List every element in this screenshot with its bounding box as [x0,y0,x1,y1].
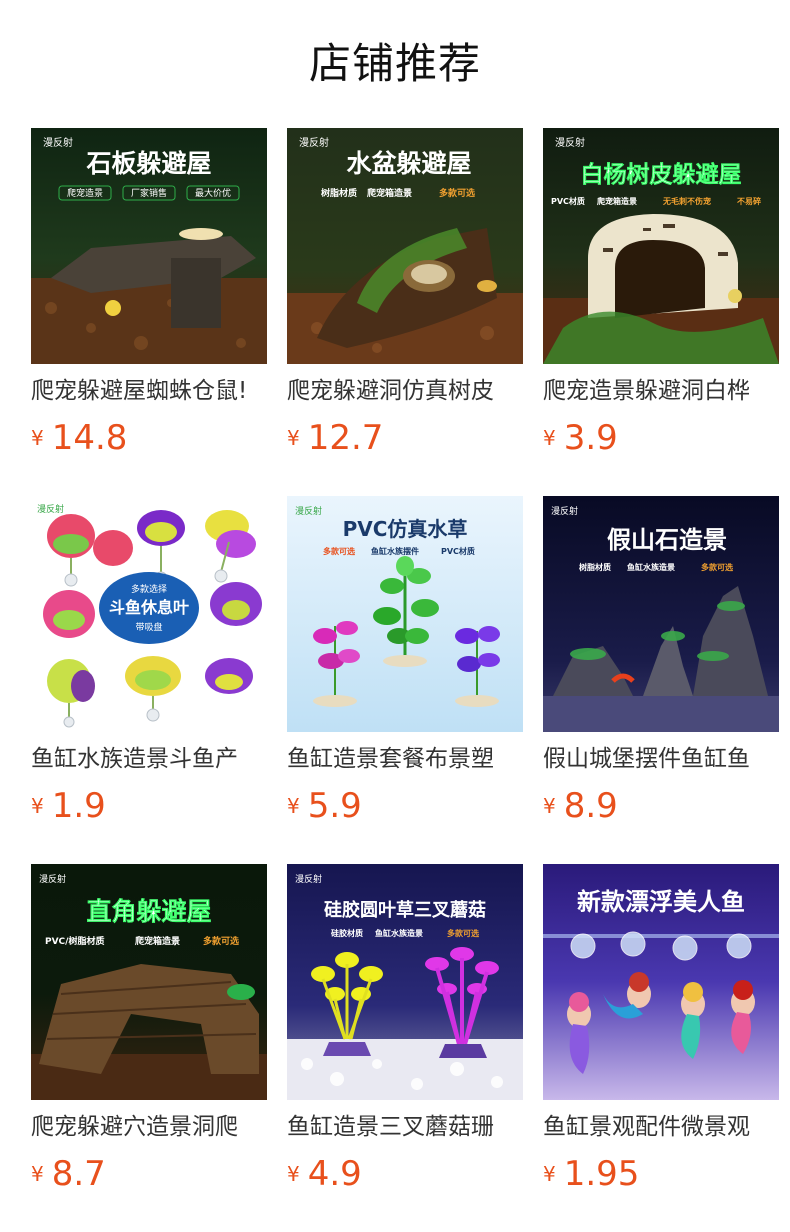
product-price: ¥4.9 [287,1152,362,1196]
product-price: ¥8.9 [543,784,618,828]
brand-logo-text: 漫反射 [551,505,578,517]
image-tag: 多款选择 [131,583,167,595]
image-tag: 不易碎 [737,196,761,206]
image-heading: 新款漂浮美人鱼 [577,888,745,916]
image-tag: 鱼缸水族造景 [627,562,675,572]
product-title[interactable]: 鱼缸造景三叉蘑菇珊 [287,1110,523,1144]
image-tag: 多款可选 [203,935,239,947]
product-grid: 漫反射 石板躲避屋 爬宠造景 厂家销售 最大价优 爬宠躲避屋蜘蛛仓鼠! ¥14.… [31,128,779,1232]
product-card[interactable]: 漫反射 硅胶圆叶草三叉蘑菇 硅胶材质 鱼缸水族造景 多款可选 鱼缸造景三叉蘑菇珊… [287,864,523,1232]
currency-symbol: ¥ [543,426,556,450]
product-title[interactable]: 爬宠造景躲避洞白桦 [543,374,779,408]
product-image[interactable]: 漫反射 白杨树皮躲避屋 PVC材质 爬宠箱造景 无毛刺不伤宠 不易碎 [543,128,779,364]
product-image[interactable]: 新款漂浮美人鱼 [543,864,779,1100]
product-price: ¥12.7 [287,416,383,460]
image-tag: 多款可选 [701,562,733,572]
image-heading: 白杨树皮躲避屋 [581,161,742,188]
product-title[interactable]: 爬宠躲避屋蜘蛛仓鼠! [31,374,267,408]
image-tag: 爬宠箱造景 [596,196,637,206]
image-tag: 多款可选 [323,546,355,556]
product-image[interactable]: 漫反射 直角躲避屋 PVC/树脂材质 爬宠箱造景 多款可选 [31,864,267,1100]
currency-symbol: ¥ [287,1162,300,1186]
image-tag: PVC材质 [441,546,475,556]
product-price: ¥14.8 [31,416,127,460]
product-title[interactable]: 鱼缸造景套餐布景塑 [287,742,523,776]
image-tag: 最大价优 [195,187,231,199]
product-card[interactable]: 漫反射 假山石造景 树脂材质 鱼缸水族造景 多款可选 假山城堡摆件鱼缸鱼 ¥8.… [543,496,779,864]
image-heading: 斗鱼休息叶 [109,598,189,617]
currency-symbol: ¥ [31,1162,44,1186]
brand-logo-text: 漫反射 [295,505,322,517]
image-tag: 爬宠箱造景 [134,935,180,947]
product-image[interactable]: 漫反射 石板躲避屋 爬宠造景 厂家销售 最大价优 [31,128,267,364]
image-tag: 硅胶材质 [331,928,363,938]
product-title[interactable]: 鱼缸水族造景斗鱼产 [31,742,267,776]
image-tag: 厂家销售 [131,187,167,199]
image-tag: 无毛刺不伤宠 [662,196,711,206]
image-heading: 直角躲避屋 [86,897,211,926]
product-price: ¥3.9 [543,416,618,460]
image-tag: PVC材质 [551,196,585,206]
image-tag: 鱼缸水族摆件 [371,546,419,556]
currency-symbol: ¥ [31,794,44,818]
brand-logo-text: 漫反射 [43,137,73,149]
currency-symbol: ¥ [287,794,300,818]
page-title: 店铺推荐 [308,39,481,88]
price-value: 8.7 [51,1154,106,1194]
currency-symbol: ¥ [543,1162,556,1186]
image-heading: 石板躲避屋 [85,149,211,178]
image-tag: PVC/树脂材质 [45,935,104,947]
product-title[interactable]: 鱼缸景观配件微景观 [543,1110,779,1144]
currency-symbol: ¥ [287,426,300,450]
image-heading: 水盆躲避屋 [346,149,471,178]
price-value: 14.8 [51,418,128,458]
image-heading: 假山石造景 [607,525,727,554]
image-tag: 爬宠箱造景 [366,187,412,199]
currency-symbol: ¥ [543,794,556,818]
product-price: ¥1.9 [31,784,106,828]
brand-logo-text: 漫反射 [39,873,66,885]
product-image[interactable]: 多款选择 斗鱼休息叶 带吸盘 漫反射 [31,496,267,732]
product-card[interactable]: 漫反射 白杨树皮躲避屋 PVC材质 爬宠箱造景 无毛刺不伤宠 不易碎 爬宠造景躲… [543,128,779,496]
product-card[interactable]: 漫反射 水盆躲避屋 树脂材质 爬宠箱造景 多款可选 爬宠躲避洞仿真树皮 ¥12.… [287,128,523,496]
image-heading: PVC仿真水草 [343,517,468,541]
image-tag: 鱼缸水族造景 [375,928,423,938]
image-tag: 爬宠造景 [67,187,103,199]
product-card[interactable]: 新款漂浮美人鱼 鱼缸景观配件微景观 ¥1.95 [543,864,779,1232]
product-price: ¥5.9 [287,784,362,828]
product-title[interactable]: 爬宠躲避洞仿真树皮 [287,374,523,408]
product-price: ¥1.95 [543,1152,639,1196]
brand-logo-text: 漫反射 [37,503,64,515]
image-tag: 多款可选 [439,187,475,199]
product-image[interactable]: 漫反射 PVC仿真水草 多款可选 鱼缸水族摆件 PVC材质 [287,496,523,732]
price-value: 3.9 [563,418,618,458]
product-card[interactable]: 漫反射 石板躲避屋 爬宠造景 厂家销售 最大价优 爬宠躲避屋蜘蛛仓鼠! ¥14.… [31,128,267,496]
price-value: 1.9 [51,786,106,826]
product-card[interactable]: 多款选择 斗鱼休息叶 带吸盘 漫反射 鱼缸水族造景斗鱼产 ¥1.9 [31,496,267,864]
product-image[interactable]: 漫反射 硅胶圆叶草三叉蘑菇 硅胶材质 鱼缸水族造景 多款可选 [287,864,523,1100]
brand-logo-text: 漫反射 [299,137,329,149]
price-value: 5.9 [307,786,362,826]
image-heading: 硅胶圆叶草三叉蘑菇 [324,899,486,921]
image-tag: 带吸盘 [135,621,162,633]
price-value: 1.95 [563,1154,640,1194]
product-card[interactable]: 漫反射 PVC仿真水草 多款可选 鱼缸水族摆件 PVC材质 鱼缸造景套餐布景塑 … [287,496,523,864]
price-value: 8.9 [563,786,618,826]
brand-logo-text: 漫反射 [295,873,322,885]
product-title[interactable]: 爬宠躲避穴造景洞爬 [31,1110,267,1144]
image-tag: 树脂材质 [321,187,357,199]
product-title[interactable]: 假山城堡摆件鱼缸鱼 [543,742,779,776]
product-image[interactable]: 漫反射 假山石造景 树脂材质 鱼缸水族造景 多款可选 [543,496,779,732]
price-value: 4.9 [307,1154,362,1194]
currency-symbol: ¥ [31,426,44,450]
brand-logo-text: 漫反射 [555,137,585,149]
image-tag: 多款可选 [447,928,479,938]
product-price: ¥8.7 [31,1152,106,1196]
price-value: 12.7 [307,418,384,458]
product-card[interactable]: 漫反射 直角躲避屋 PVC/树脂材质 爬宠箱造景 多款可选 爬宠躲避穴造景洞爬 … [31,864,267,1232]
product-image[interactable]: 漫反射 水盆躲避屋 树脂材质 爬宠箱造景 多款可选 [287,128,523,364]
image-tag: 树脂材质 [579,562,611,572]
